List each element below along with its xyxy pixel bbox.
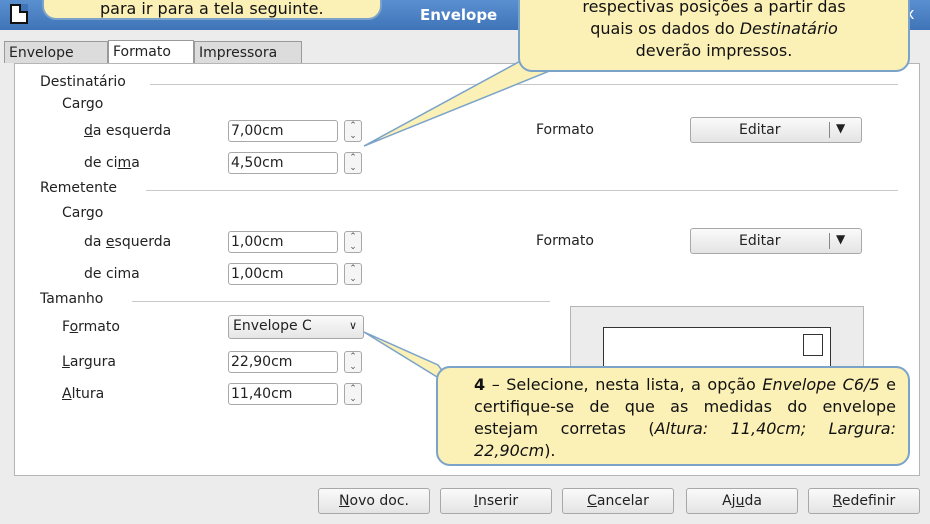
callout-line2: quais os dados do Destinatário — [590, 19, 838, 38]
callout-top-left: para ir para a tela seguinte. — [42, 0, 382, 20]
callout-line1: respectivas posições a partir das — [582, 0, 846, 16]
callout-top-left-text: para ir para a tela seguinte. — [100, 0, 324, 18]
step-number: 4 — [474, 375, 486, 394]
callout-top-right: respectivas posições a partir das quais … — [518, 0, 910, 72]
pointer-destinatario — [363, 57, 554, 147]
callout-step4: 4 – Selecione, nesta lista, a opção Enve… — [436, 366, 910, 466]
step4-text: – Selecione, nesta lista, a opção Envelo… — [474, 375, 897, 460]
callout-line3: deverão impressos. — [635, 41, 793, 60]
